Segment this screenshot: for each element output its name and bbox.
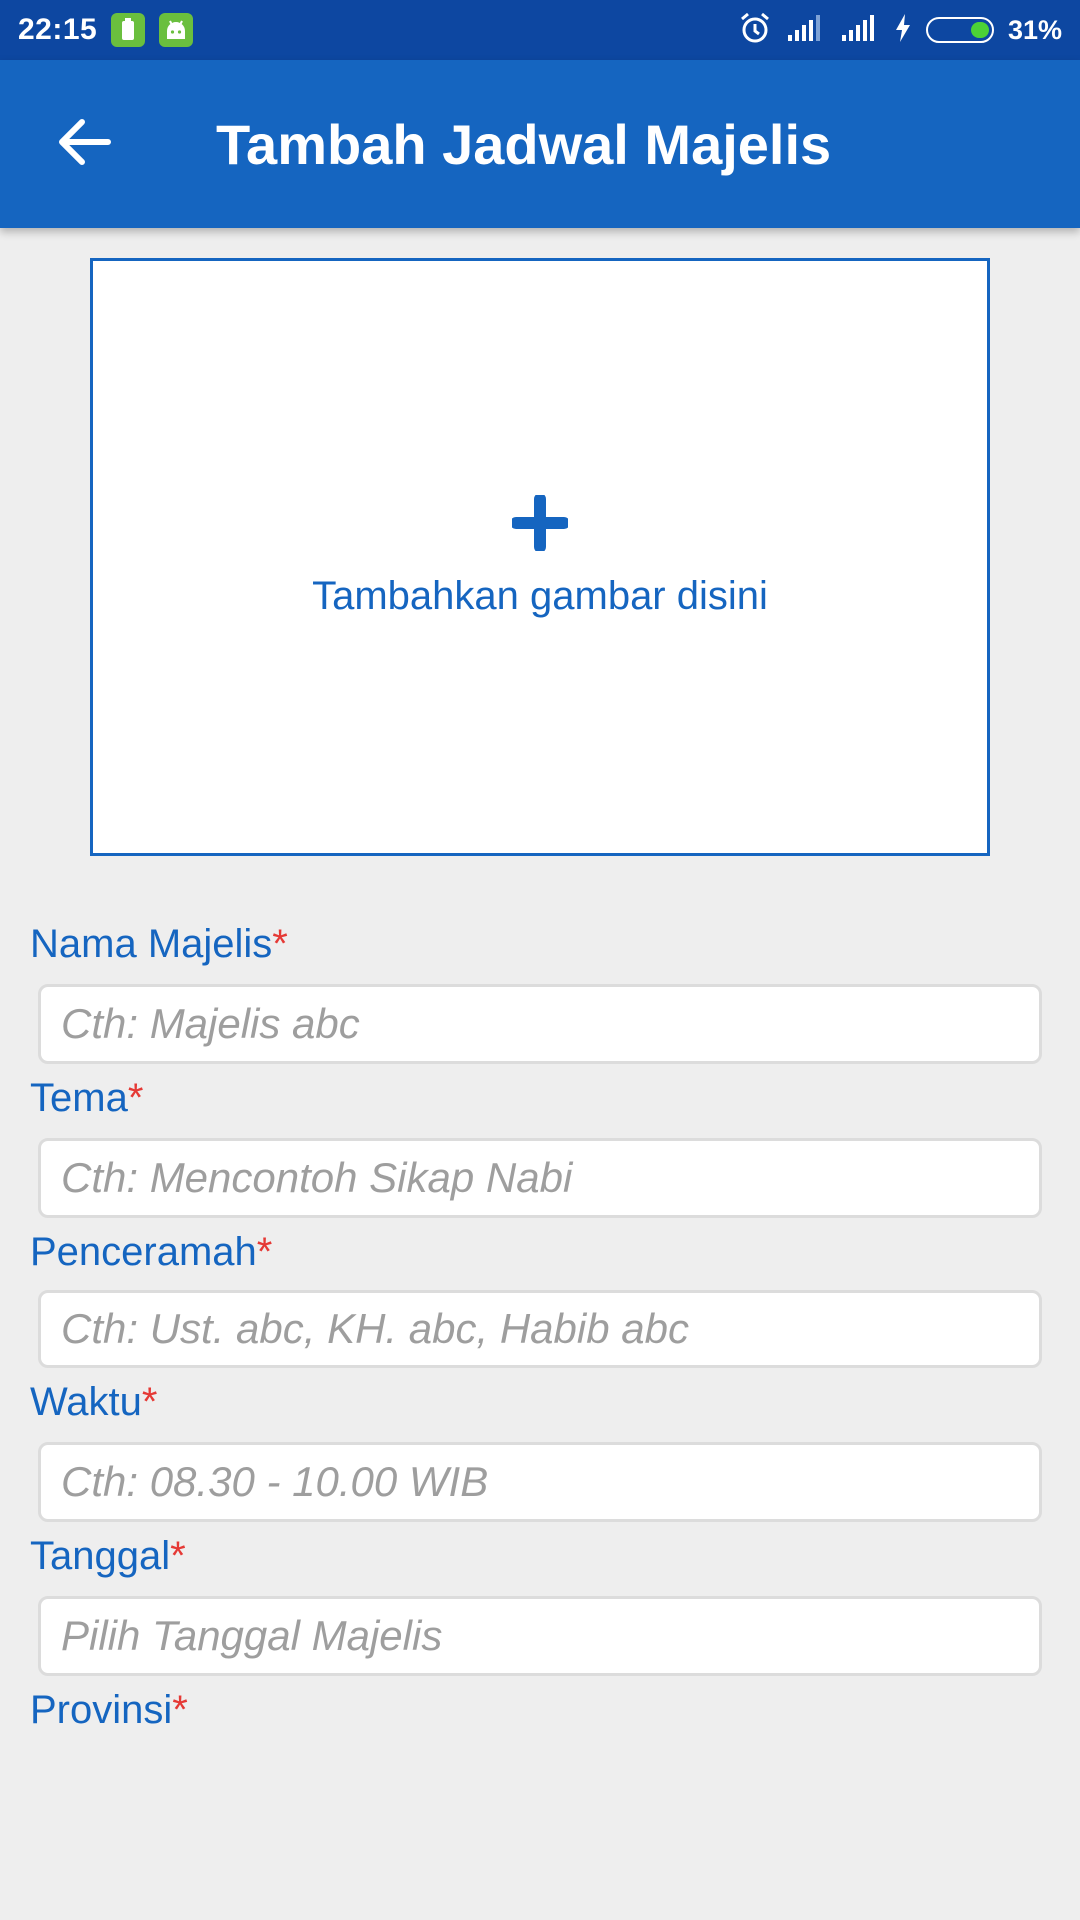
provinsi-label: Provinsi* xyxy=(30,1688,188,1732)
tanggal-label: Tanggal* xyxy=(30,1534,186,1578)
page-title: Tambah Jadwal Majelis xyxy=(216,112,832,176)
bottom-clip-area xyxy=(0,1748,1080,1920)
tema-label: Tema* xyxy=(30,1076,144,1120)
waktu-label: Waktu* xyxy=(30,1380,158,1424)
battery-percent: 31% xyxy=(1007,14,1062,45)
battery-notification-icon xyxy=(111,13,146,47)
penceramah-label: Penceramah* xyxy=(30,1230,273,1274)
plus-icon xyxy=(510,493,570,556)
status-time: 22:15 xyxy=(18,13,98,46)
battery-level xyxy=(970,22,989,38)
status-bar: 22:15 31% xyxy=(0,0,1080,60)
android-notification-icon xyxy=(159,13,194,47)
image-upload-label: Tambahkan gambar disini xyxy=(312,574,768,618)
tanggal-input[interactable] xyxy=(38,1596,1042,1676)
signal-2-icon xyxy=(840,13,880,48)
battery-icon xyxy=(925,17,994,43)
charging-icon xyxy=(894,13,912,48)
alarm-icon xyxy=(738,11,772,50)
arrow-left-icon xyxy=(56,116,112,173)
nama-majelis-label: Nama Majelis* xyxy=(30,922,288,966)
waktu-input[interactable] xyxy=(38,1442,1042,1522)
penceramah-input[interactable] xyxy=(38,1290,1042,1368)
signal-1-icon xyxy=(786,13,826,48)
tema-input[interactable] xyxy=(38,1138,1042,1218)
image-upload-area[interactable]: Tambahkan gambar disini xyxy=(90,258,990,856)
back-button[interactable] xyxy=(24,84,144,204)
app-bar: Tambah Jadwal Majelis xyxy=(0,60,1080,228)
nama-majelis-input[interactable] xyxy=(38,984,1042,1064)
